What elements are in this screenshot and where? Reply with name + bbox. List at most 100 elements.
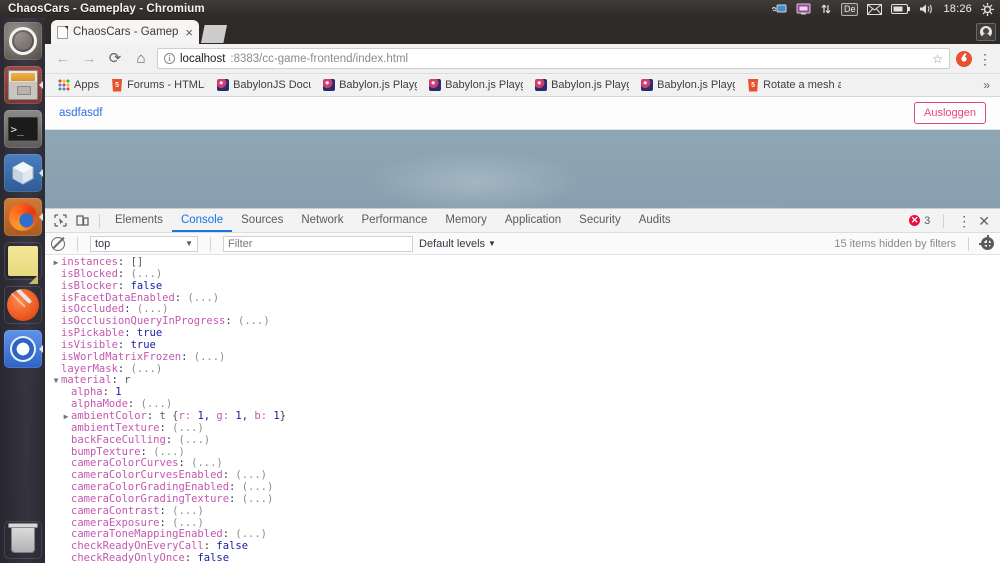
page-info-icon[interactable]: i	[164, 53, 175, 64]
console-property-row[interactable]: ▶isOcclusionQueryInProgress: (...)	[45, 315, 1000, 328]
gear-icon[interactable]	[979, 235, 994, 250]
console-property-row[interactable]: ▶backFaceCulling: (...)	[45, 433, 1000, 447]
bookmark-item[interactable]: Babylon.js Playg	[636, 77, 740, 93]
battery-icon[interactable]	[891, 4, 911, 14]
collapsed-triangle-icon[interactable]: ▶	[51, 257, 61, 269]
console-property-row[interactable]: ▶layerMask: (...)	[45, 363, 1000, 376]
console-property-row[interactable]: ▶ambientTexture: (...)	[45, 421, 1000, 435]
volume-icon[interactable]	[919, 3, 934, 15]
clear-console-icon[interactable]	[51, 236, 65, 251]
bookmark-item[interactable]: 5 Rotate a mesh ab	[742, 77, 846, 94]
row-bullet-spacer: ▶	[51, 352, 61, 364]
console-property-row[interactable]: ▼ material: r	[45, 375, 1000, 387]
tab-console[interactable]: Console	[172, 209, 232, 232]
browser-menu-button[interactable]: ⋮	[978, 52, 992, 66]
home-button[interactable]: ⌂	[131, 49, 151, 69]
username-link[interactable]: asdfasdf	[59, 107, 102, 119]
console-property-row[interactable]: ▶alpha: 1	[45, 386, 1000, 399]
bookmark-item[interactable]: Babylon.js Playg	[530, 77, 634, 93]
property-separator: :	[117, 338, 131, 351]
browser-tab[interactable]: ChaosCars - Gamep ×	[51, 20, 199, 44]
console-property-row[interactable]: ▶isWorldMatrixFrozen: (...)	[45, 351, 1000, 364]
running-indicator	[38, 345, 43, 353]
tab-network[interactable]: Network	[292, 209, 352, 232]
collapsed-triangle-icon[interactable]: ▶	[61, 411, 71, 423]
close-icon[interactable]: ×	[185, 26, 193, 39]
property-value: (...)	[238, 315, 270, 328]
devtools-close-button[interactable]: ✕	[978, 214, 990, 228]
console-property-row[interactable]: ▶cameraColorGradingTexture: (...)	[45, 492, 1000, 506]
error-count-badge[interactable]: ✕ 3	[909, 215, 930, 227]
back-button[interactable]: ←	[53, 49, 73, 69]
bookmark-item[interactable]: 5 Forums - HTML5	[106, 77, 210, 94]
toolbar-divider	[99, 213, 100, 228]
property-value: (...)	[172, 421, 204, 434]
tab-security[interactable]: Security	[570, 209, 630, 232]
tab-application[interactable]: Application	[496, 209, 570, 232]
bookmark-label: Forums - HTML5	[127, 79, 206, 91]
launcher-item-chromium[interactable]	[3, 330, 43, 368]
property-value: false	[130, 279, 163, 292]
property-key: cameraContrast	[71, 504, 160, 517]
launcher-item-gimp[interactable]	[4, 286, 42, 324]
address-bar[interactable]: i localhost:8383/cc-game-frontend/index.…	[157, 48, 950, 69]
gimp-icon	[6, 289, 39, 321]
bookmarks-overflow-button[interactable]: »	[983, 78, 992, 92]
tab-memory[interactable]: Memory	[436, 209, 496, 232]
console-property-row[interactable]: ▶isBlocked: (...)	[45, 267, 1000, 281]
tab-performance[interactable]: Performance	[353, 209, 437, 232]
devtools-tabbar-right: ✕ 3 ⋮ ✕	[909, 213, 996, 228]
log-level-select[interactable]: Default levels ▼	[419, 238, 496, 250]
bookmark-item[interactable]: Apps	[53, 77, 104, 93]
console-property-row[interactable]: ▶checkReadyOnlyOnce: false	[45, 552, 1000, 563]
launcher-item-notes[interactable]	[4, 242, 42, 284]
console-property-row[interactable]: ▶ instances: []	[45, 256, 1000, 269]
launcher-item-files[interactable]	[3, 66, 43, 104]
keyboard-layout-indicator[interactable]: De	[840, 2, 859, 16]
profile-avatar-button[interactable]	[976, 23, 996, 41]
tab-elements[interactable]: Elements	[106, 209, 172, 232]
bookmark-item[interactable]: Babylon.js Playg	[318, 77, 422, 93]
launcher-item-ubuntu-dash[interactable]	[3, 22, 42, 60]
screencast-icon[interactable]	[796, 3, 811, 15]
console-property-row[interactable]: ▶isPickable: true	[45, 327, 1000, 340]
bookmark-item[interactable]: BabylonJS Docu	[212, 77, 316, 93]
console-filter-input[interactable]	[223, 235, 413, 252]
bookmark-item[interactable]: Babylon.js Playg	[424, 77, 528, 93]
mail-icon[interactable]	[867, 3, 883, 15]
inspect-element-icon[interactable]	[50, 212, 70, 230]
forward-button[interactable]: →	[79, 49, 99, 69]
system-settings-icon[interactable]	[981, 2, 994, 16]
console-property-row[interactable]: ▶isBlocker: false	[45, 279, 1000, 293]
devtools-menu-button[interactable]: ⋮	[957, 214, 971, 228]
babylon-icon	[217, 79, 230, 91]
tab-audits[interactable]: Audits	[630, 209, 680, 232]
property-separator: :	[165, 433, 179, 446]
reload-button[interactable]: ⟳	[105, 49, 125, 69]
value-sub-number: 1,	[235, 409, 249, 422]
new-tab-button[interactable]	[201, 25, 227, 43]
launcher-item-virtualbox[interactable]	[3, 154, 43, 192]
property-key: isBlocked	[61, 267, 118, 280]
device-toolbar-icon[interactable]	[72, 212, 92, 230]
extension-icon[interactable]	[956, 50, 972, 67]
network-updown-icon[interactable]	[820, 3, 832, 15]
launcher-item-firefox[interactable]	[3, 198, 43, 236]
launcher-item-trash[interactable]	[4, 521, 42, 559]
display-icon[interactable]	[771, 3, 787, 15]
execution-context-select[interactable]: top ▼	[90, 235, 198, 252]
property-value: (...)	[241, 492, 274, 505]
clock[interactable]: 18:26	[943, 3, 972, 15]
tab-strip: ChaosCars - Gamep ×	[45, 18, 1000, 44]
bookmark-star-icon[interactable]: ☆	[932, 52, 943, 66]
console-output[interactable]: ▶instances: []▶isBlocked: (...)▶isBlocke…	[45, 255, 1000, 563]
babylon-icon	[429, 79, 442, 91]
tab-sources[interactable]: Sources	[232, 209, 292, 232]
babylon-icon	[535, 79, 548, 91]
console-property-row[interactable]: ▶isVisible: true	[45, 338, 1000, 352]
launcher-item-terminal[interactable]: >_	[3, 110, 42, 148]
console-property-row[interactable]: ▶isFacetDataEnabled: (...)	[45, 292, 1000, 305]
expanded-triangle-icon[interactable]: ▼	[51, 375, 61, 387]
logout-button[interactable]: Ausloggen	[914, 102, 986, 124]
console-property-row[interactable]: ▶cameraContrast: (...)	[45, 504, 1000, 518]
